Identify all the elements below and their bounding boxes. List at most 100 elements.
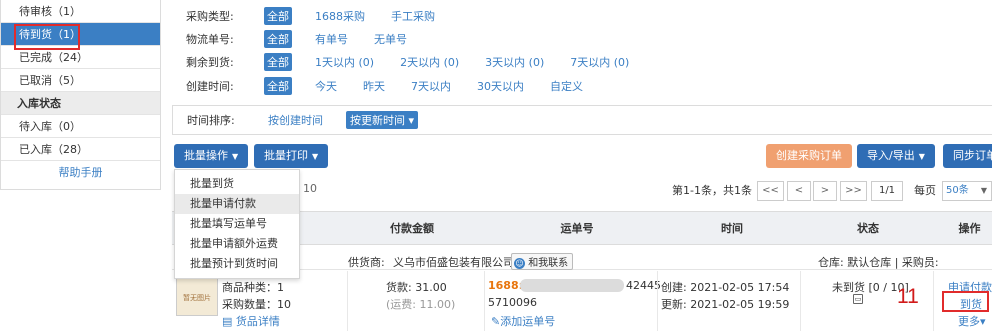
waybill-number: 5710096	[488, 296, 537, 309]
filter-option[interactable]: 7天以内 (0)	[567, 53, 632, 71]
filter-option[interactable]: 手工采购	[388, 7, 438, 25]
batch-ops-button[interactable]: 批量操作 ▼	[174, 144, 249, 168]
sort-row: 时间排序: 按创建时间 按更新时间 ▾	[187, 110, 419, 130]
caret-down-icon: ▼	[918, 152, 925, 161]
sidebar-item-stocked[interactable]: 已入库（28）	[1, 138, 160, 161]
filter-option[interactable]: 无单号	[371, 30, 410, 48]
batch-ops-label: 批量操作	[184, 149, 228, 162]
filter-remaining: 剩余到货: 全部 1天以内 (0) 2天以内 (0) 3天以内 (0) 7天以内…	[186, 52, 652, 72]
more-dropdown[interactable]: 更多▾	[958, 313, 986, 329]
sidebar-item-cancelled[interactable]: 已取消（5）	[1, 69, 160, 92]
count-hint: 10	[303, 182, 317, 195]
filter-option[interactable]: 自定义	[547, 77, 586, 95]
pagination-summary: 第1-1条，共1条	[672, 184, 752, 197]
filter-created: 创建时间: 全部 今天 昨天 7天以内 30天以内 自定义	[186, 76, 606, 96]
filter-logistics: 物流单号: 全部 有单号 无单号	[186, 29, 430, 49]
batch-ops-menu: 批量到货 批量申请付款 批量填写运单号 批量申请额外运费 批量预计到货时间	[174, 169, 300, 279]
per-page-select[interactable]: 50条 ▼	[942, 181, 992, 201]
filter-label: 剩余到货:	[186, 56, 234, 69]
add-waybill-link[interactable]: ✎添加运单号	[491, 313, 555, 329]
warehouse-info: 仓库: 默认仓库 | 采购员:	[818, 256, 939, 269]
menu-item-batch-arrival[interactable]: 批量到货	[175, 174, 299, 194]
help-link[interactable]: 帮助手册	[1, 161, 160, 184]
menu-item-batch-extra-freight[interactable]: 批量申请额外运费	[175, 234, 299, 254]
app-root: 待审核（1） 待到货（1） 已完成（24） 已取消（5） 入库状态 待入库（0）…	[0, 0, 992, 331]
filter-label: 采购类型:	[186, 10, 234, 23]
sort-by-created[interactable]: 按创建时间	[265, 111, 326, 129]
next-page-button[interactable]: >	[813, 181, 837, 201]
menu-item-batch-pay[interactable]: 批量申请付款	[175, 194, 299, 214]
divider	[347, 271, 348, 331]
col-waybill: 运单号	[560, 222, 594, 235]
col-status: 状态	[857, 222, 879, 235]
import-export-label: 导入/导出	[867, 149, 915, 162]
col-time: 时间	[721, 222, 743, 235]
per-page-value: 50条	[946, 185, 969, 196]
updated-time: 更新: 2021-02-05 19:59	[661, 298, 790, 311]
col-payment: 付款金额	[390, 222, 434, 235]
add-waybill-label: 添加运单号	[500, 315, 556, 328]
create-po-button[interactable]: 创建采购订单	[766, 144, 852, 168]
caret-down-icon: ▼	[232, 152, 239, 161]
chat-icon: ☺	[514, 257, 525, 269]
divider	[484, 271, 485, 331]
highlight-box	[942, 291, 989, 312]
supplier-name: 义乌市佰盛包装有限公司	[393, 256, 514, 269]
goods-detail-label: 货品详情	[235, 315, 280, 328]
edit-icon: ✎	[491, 315, 501, 328]
goods-amount: 货款: 31.00	[386, 281, 447, 294]
filter-option[interactable]: 有单号	[312, 30, 351, 48]
filter-option[interactable]: 全部	[264, 53, 292, 71]
filter-option[interactable]: 3天以内 (0)	[482, 53, 547, 71]
page-indicator: 1/1	[871, 181, 903, 201]
filter-label: 物流单号:	[186, 33, 234, 46]
divider	[933, 271, 934, 331]
divider	[800, 271, 801, 331]
filter-option[interactable]: 30天以内	[474, 77, 527, 95]
import-export-button[interactable]: 导入/导出 ▼	[857, 144, 935, 168]
goods-detail-link[interactable]: ▤ 货品详情	[222, 313, 280, 329]
first-page-button[interactable]: <<	[757, 181, 784, 201]
sort-label: 时间排序:	[187, 114, 235, 127]
filter-option[interactable]: 全部	[264, 77, 292, 95]
filter-option[interactable]: 全部	[264, 30, 292, 48]
filter-option[interactable]: 昨天	[360, 77, 388, 95]
sort-bar: 时间排序: 按创建时间 按更新时间 ▾	[172, 105, 992, 135]
batch-print-button[interactable]: 批量打印 ▼	[254, 144, 329, 168]
waybill-suffix: 42445	[626, 279, 661, 292]
last-page-button[interactable]: >>	[840, 181, 867, 201]
sync-button[interactable]: 同步订单	[943, 144, 992, 168]
caret-down-icon: ▼	[312, 152, 319, 161]
menu-item-batch-waybill[interactable]: 批量填写运单号	[175, 214, 299, 234]
prev-page-button[interactable]: <	[787, 181, 811, 201]
batch-print-label: 批量打印	[264, 149, 308, 162]
filter-option[interactable]: 今天	[312, 77, 340, 95]
highlight-box	[14, 24, 80, 50]
filter-option[interactable]: 7天以内	[408, 77, 454, 95]
divider	[657, 271, 658, 331]
product-kinds: 商品种类：1	[222, 281, 284, 294]
document-icon: ▤	[222, 315, 233, 328]
created-time: 创建: 2021-02-05 17:54	[661, 281, 790, 294]
product-image-placeholder: 暂无图片	[176, 278, 218, 316]
filter-purchase-type: 采购类型: 全部 1688采购 手工采购	[186, 6, 458, 26]
inbox-icon[interactable]: ▭	[853, 294, 863, 304]
menu-item-batch-eta[interactable]: 批量预计到货时间	[175, 254, 299, 274]
filter-option[interactable]: 2天以内 (0)	[397, 53, 462, 71]
freight-amount: (运费: 11.00)	[386, 298, 456, 311]
sidebar-item-pending-stock[interactable]: 待入库（0）	[1, 115, 160, 138]
filter-option[interactable]: 1天以内 (0)	[312, 53, 377, 71]
purchase-qty: 采购数量：10	[222, 298, 291, 311]
chevron-down-icon: ▼	[980, 186, 987, 195]
filter-option[interactable]: 全部	[264, 7, 292, 25]
annotation-number: 11	[897, 285, 919, 308]
contact-button[interactable]: ☺ 和我联系	[511, 253, 574, 270]
filter-option[interactable]: 1688采购	[312, 7, 368, 25]
contact-label: 和我联系	[528, 258, 569, 269]
col-action: 操作	[958, 222, 981, 235]
redacted-block	[520, 279, 624, 292]
sort-by-updated[interactable]: 按更新时间 ▾	[346, 111, 419, 129]
waybill-prefix: 1688:	[488, 279, 524, 292]
sidebar-item-pending-review[interactable]: 待审核（1）	[1, 0, 160, 23]
sidebar-section-heading: 入库状态	[1, 92, 160, 115]
